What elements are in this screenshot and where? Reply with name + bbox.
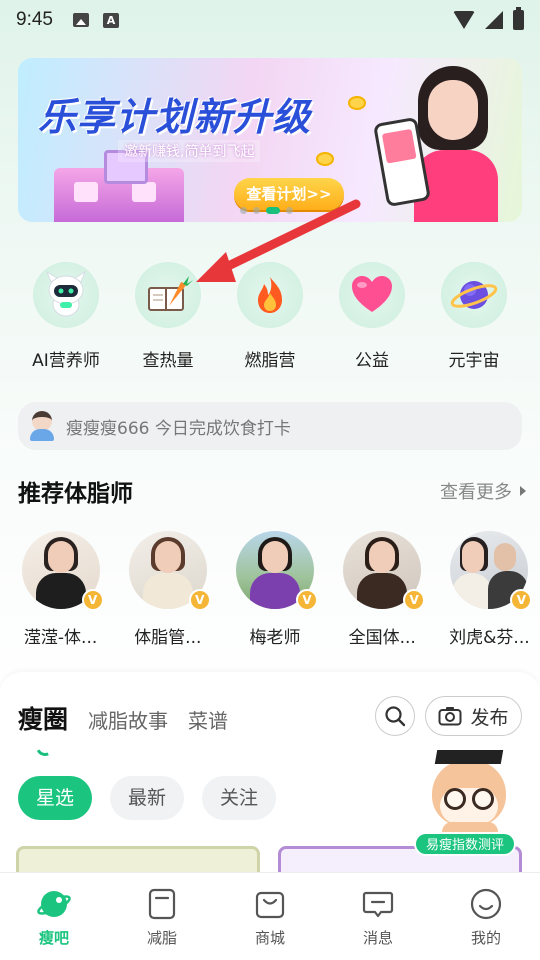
- coach-item[interactable]: V 体脂管...: [127, 531, 211, 648]
- quick-actions: AI营养师 查热量 燃脂营 公益 元宇宙: [15, 262, 525, 371]
- publish-label: 发布: [470, 706, 509, 729]
- tab-slim-circle[interactable]: 瘦圈: [18, 700, 68, 736]
- shopping-bag-icon: [253, 887, 287, 921]
- see-more-link[interactable]: 查看更多: [440, 478, 526, 504]
- wifi-icon: [453, 11, 475, 29]
- verified-badge: V: [510, 589, 533, 611]
- banner-cta-button[interactable]: 查看计划>>: [234, 178, 344, 210]
- status-notification-icons: A: [72, 12, 119, 28]
- planet-icon: [441, 262, 507, 328]
- status-system-icons: [453, 7, 524, 30]
- search-button[interactable]: [375, 696, 415, 736]
- robot-icon: [33, 262, 99, 328]
- avatar: [30, 409, 54, 443]
- banner-title: 乐享计划新升级: [38, 95, 312, 139]
- notebook-icon: [145, 887, 179, 921]
- see-more-label: 查看更多: [440, 482, 512, 503]
- nav-label: 减脂: [146, 929, 177, 947]
- avatar: V: [21, 531, 104, 611]
- coin-icon: [316, 152, 334, 166]
- quick-action-label: 元宇宙: [448, 351, 500, 371]
- banner-dot-active[interactable]: [266, 207, 280, 214]
- community-tabs: 瘦圈 减脂故事 菜谱: [18, 700, 228, 736]
- nav-fat-loss[interactable]: 减脂: [108, 873, 216, 960]
- graduation-cap-icon: [434, 750, 504, 764]
- quick-action-metaverse[interactable]: 元宇宙: [423, 262, 525, 371]
- nav-label: 商城: [254, 929, 285, 947]
- nav-profile[interactable]: 我的: [432, 873, 540, 960]
- ticker-text: 瘦瘦瘦666 今日完成饮食打卡: [66, 418, 291, 439]
- banner-dot[interactable]: [286, 207, 293, 214]
- camera-icon: [438, 707, 462, 726]
- quick-action-label: 燃脂营: [244, 351, 296, 371]
- verified-badge: V: [296, 589, 318, 611]
- smiley-profile-icon: [469, 887, 503, 921]
- tab-recipes[interactable]: 菜谱: [188, 705, 228, 734]
- planet-home-icon: [37, 887, 71, 921]
- chip-featured[interactable]: 星选: [18, 776, 93, 820]
- feed-filter-chips: 星选 最新 关注: [18, 776, 277, 820]
- banner-dot[interactable]: [253, 207, 260, 214]
- image-notification-icon: [72, 13, 89, 27]
- verified-badge: V: [403, 589, 426, 611]
- battery-icon: [513, 7, 524, 30]
- coin-icon: [348, 96, 366, 110]
- flame-icon: [237, 262, 303, 328]
- quick-action-label: AI营养师: [32, 351, 100, 371]
- coach-name: 梅老师: [249, 628, 301, 648]
- nav-mall[interactable]: 商城: [216, 873, 324, 960]
- mascot-label: 易瘦指数测评: [414, 832, 516, 856]
- avatar: V: [128, 531, 211, 611]
- text-notification-icon: A: [102, 12, 119, 28]
- banner-subtitle: 邀新赚钱,简单到飞起: [118, 140, 261, 162]
- avatar: V: [236, 531, 318, 611]
- quick-action-ai-nutritionist[interactable]: AI营养师: [15, 262, 117, 371]
- nav-label: 我的: [470, 929, 501, 947]
- coach-list: V 滢滢-体... V 体脂管... V 梅老师 V 全国体... V 刘虎&芬…: [20, 531, 533, 648]
- nav-label: 瘦吧: [38, 929, 69, 947]
- coach-item[interactable]: V 刘虎&芬...: [449, 531, 533, 648]
- coach-name: 刘虎&芬...: [449, 628, 530, 648]
- quick-action-calorie-lookup[interactable]: 查热量: [117, 262, 219, 371]
- nav-label: 消息: [362, 929, 393, 947]
- avatar: V: [343, 531, 426, 611]
- cellular-signal-icon: [485, 11, 503, 29]
- book-carrot-icon: [135, 262, 201, 328]
- quick-action-label: 查热量: [142, 351, 194, 371]
- section-title: 推荐体脂师: [18, 481, 133, 507]
- status-bar: 9:45 A: [0, 0, 540, 40]
- chip-following[interactable]: 关注: [202, 776, 277, 820]
- avatar: V: [450, 531, 533, 611]
- coach-item[interactable]: V 梅老师: [234, 531, 318, 648]
- chip-latest[interactable]: 最新: [110, 776, 185, 820]
- chat-bubble-icon: [361, 887, 395, 921]
- nav-home[interactable]: 瘦吧: [0, 873, 108, 960]
- promo-banner[interactable]: 乐享计划新升级 邀新赚钱,简单到飞起 查看计划>>: [18, 58, 522, 222]
- publish-button[interactable]: 发布: [425, 696, 522, 736]
- coach-name: 全国体...: [348, 628, 416, 648]
- tab-fat-loss-stories[interactable]: 减脂故事: [88, 705, 168, 734]
- quick-action-label: 公益: [355, 351, 389, 371]
- activity-ticker[interactable]: 瘦瘦瘦666 今日完成饮食打卡: [18, 402, 522, 450]
- verified-badge: V: [188, 589, 211, 611]
- heart-icon: [339, 262, 405, 328]
- coach-name: 滢滢-体...: [23, 628, 98, 648]
- banner-dot[interactable]: [240, 207, 247, 214]
- quick-action-fat-burn-camp[interactable]: 燃脂营: [219, 262, 321, 371]
- nav-messages[interactable]: 消息: [324, 873, 432, 960]
- search-icon: [385, 706, 406, 727]
- coach-name: 体脂管...: [134, 628, 202, 648]
- caret-right-icon: [520, 486, 526, 496]
- bottom-navigation: 瘦吧 减脂 商城 消息 我的: [0, 872, 540, 960]
- quick-action-charity[interactable]: 公益: [321, 262, 423, 371]
- banner-pagination: [240, 207, 293, 214]
- status-time: 9:45: [16, 9, 53, 30]
- banner-model-illustration: [373, 62, 508, 222]
- coach-item[interactable]: V 滢滢-体...: [20, 531, 104, 648]
- coach-item[interactable]: V 全国体...: [342, 531, 426, 648]
- bmi-test-floating-button[interactable]: 易瘦指数测评: [414, 746, 522, 856]
- verified-badge: V: [81, 589, 104, 611]
